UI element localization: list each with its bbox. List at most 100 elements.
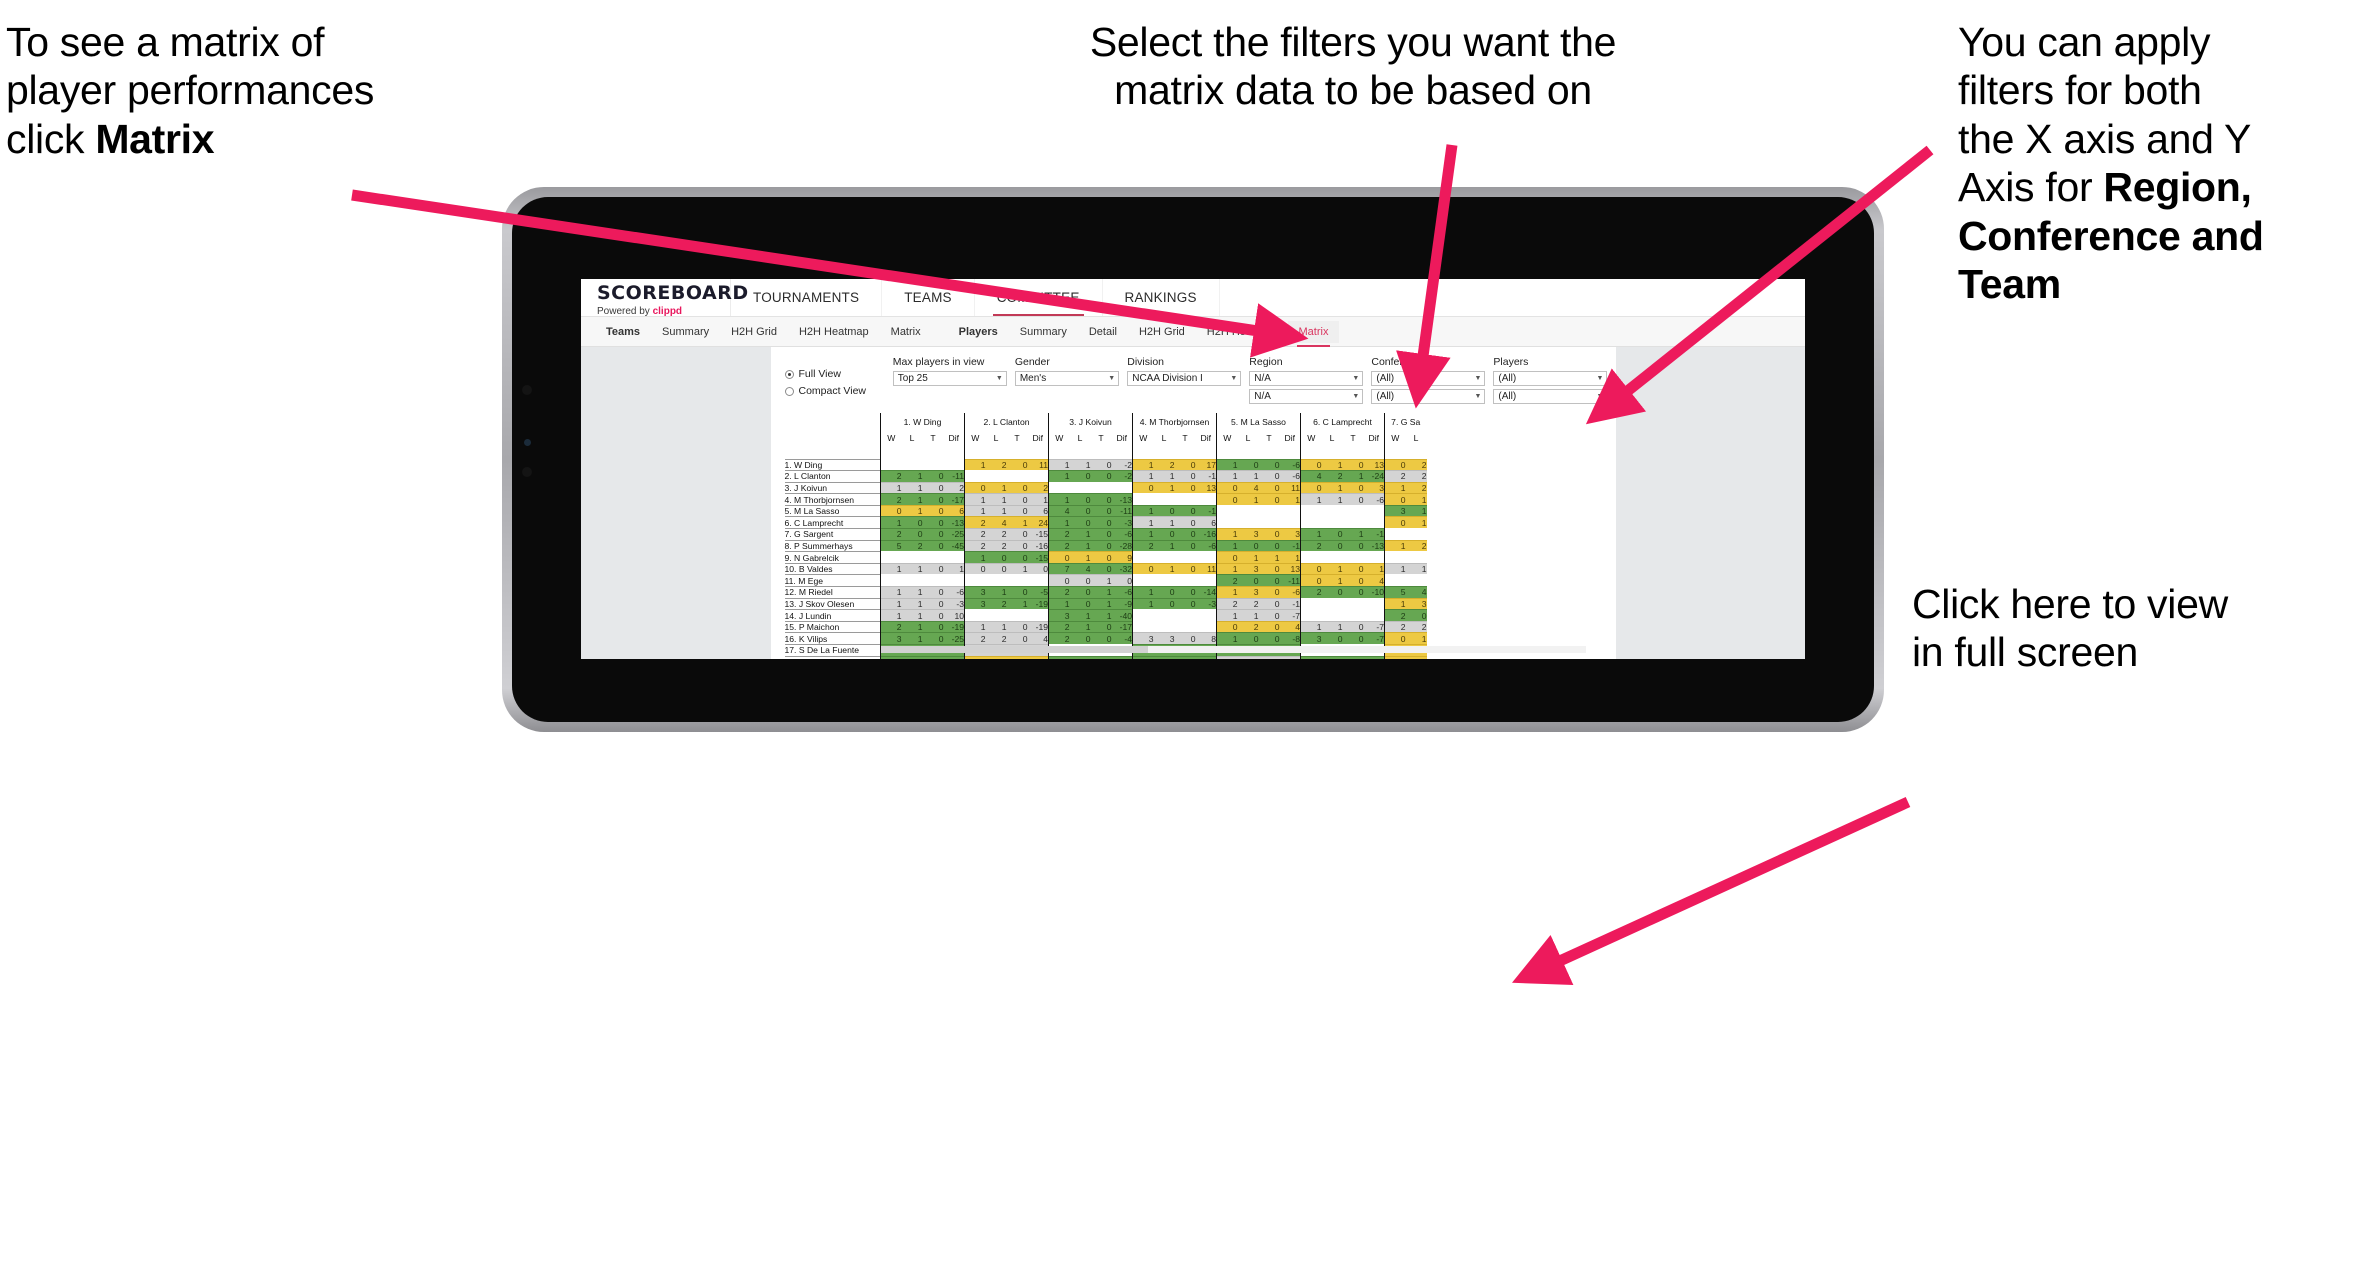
matrix-cell[interactable]: 1 — [1132, 597, 1154, 610]
matrix-cell[interactable]: 0 — [922, 609, 944, 622]
matrix-cell[interactable]: 1 — [1300, 620, 1322, 633]
matrix-cell[interactable]: -45 — [943, 539, 965, 552]
matrix-cell[interactable]: 3 — [1279, 528, 1301, 541]
subtab-teams-h2h-grid[interactable]: H2H Grid — [720, 321, 788, 343]
matrix-cell[interactable]: 0 — [985, 551, 1007, 564]
matrix-cell[interactable] — [1132, 609, 1154, 622]
matrix-cell[interactable]: 13 — [1363, 458, 1385, 471]
matrix-row[interactable]: 12. M Riedel 1 1 0 -6 3 1 0 -5 2 0 1 -6 1 0 0 -14 1 3 0 -6 2 0… — [784, 586, 1427, 599]
matrix-cell[interactable] — [1174, 620, 1196, 633]
matrix-cell[interactable]: 1 — [964, 620, 986, 633]
matrix-cell[interactable]: 0 — [922, 481, 944, 494]
matrix-cell[interactable]: 1 — [880, 586, 902, 599]
matrix-cell[interactable]: 1 — [1132, 586, 1154, 599]
matrix-cell[interactable]: 1 — [1048, 597, 1070, 610]
matrix-cell[interactable]: 0 — [1090, 470, 1112, 483]
matrix-cell[interactable]: 2 — [880, 493, 902, 506]
matrix-cell[interactable]: 0 — [1321, 528, 1343, 541]
matrix-cell[interactable]: 1 — [880, 609, 902, 622]
matrix-cell[interactable]: -2 — [1111, 458, 1133, 471]
matrix-cell[interactable]: 2 — [985, 632, 1007, 645]
matrix-cell[interactable]: 2 — [1153, 458, 1175, 471]
matrix-cell[interactable]: 0 — [922, 528, 944, 541]
matrix-cell[interactable]: -6 — [1111, 528, 1133, 541]
matrix-cell[interactable]: -7 — [1363, 632, 1385, 645]
matrix-cell[interactable]: -17 — [1111, 620, 1133, 633]
matrix-cell[interactable]: 1 — [1132, 470, 1154, 483]
matrix-cell[interactable]: -2 — [1363, 655, 1385, 659]
matrix-cell[interactable]: -13 — [943, 516, 965, 529]
matrix-cell[interactable]: 1 — [1258, 551, 1280, 564]
matrix-cell[interactable]: 3 — [985, 655, 1007, 659]
matrix-cell[interactable]: 1 — [1321, 458, 1343, 471]
matrix-cell[interactable] — [922, 458, 944, 471]
matrix-cell[interactable]: 0 — [1237, 574, 1259, 587]
matrix-cell[interactable]: 1 — [1216, 539, 1238, 552]
matrix-cell[interactable] — [1195, 609, 1217, 622]
matrix-cell[interactable]: 2 — [1237, 597, 1259, 610]
matrix-row[interactable]: 4. M Thorbjornsen 2 1 0 -17 1 1 0 1 1 0 0 -13 0 1 0 1 1 1 0… — [784, 493, 1427, 506]
matrix-cell[interactable]: 0 — [1111, 574, 1133, 587]
matrix-cell[interactable]: 2 — [1384, 470, 1406, 483]
matrix-cell[interactable] — [1027, 609, 1049, 622]
matrix-cell[interactable]: 2 — [964, 539, 986, 552]
matrix-cell[interactable]: 4 — [1405, 586, 1427, 599]
matrix-cell[interactable] — [1195, 574, 1217, 587]
matrix-cell[interactable]: 0 — [1258, 655, 1280, 659]
matrix-cell[interactable]: 0 — [1153, 597, 1175, 610]
matrix-cell[interactable]: 0 — [1069, 597, 1091, 610]
matrix-cell[interactable]: 1 — [880, 597, 902, 610]
matrix-cell[interactable] — [1048, 481, 1070, 494]
matrix-cell[interactable]: 0 — [1216, 551, 1238, 564]
matrix-cell[interactable]: -16 — [1027, 539, 1049, 552]
filter-conference-select-x[interactable]: (All) ▼ — [1371, 371, 1486, 386]
matrix-cell[interactable]: 0 — [1300, 562, 1322, 575]
matrix-cell[interactable]: 0 — [922, 493, 944, 506]
matrix-cell[interactable] — [1300, 516, 1322, 529]
matrix-cell[interactable]: 0 — [901, 655, 923, 659]
filter-max-players-select[interactable]: Top 25 ▼ — [892, 371, 1007, 386]
matrix-cell[interactable]: 0 — [1048, 574, 1070, 587]
matrix-cell[interactable]: 0 — [1006, 528, 1028, 541]
matrix-cell[interactable]: -6 — [1363, 493, 1385, 506]
matrix-cell[interactable]: 0 — [1069, 586, 1091, 599]
matrix-cell[interactable] — [1027, 574, 1049, 587]
matrix-cell[interactable]: -6 — [943, 586, 965, 599]
matrix-row[interactable]: 7. G Sargent 2 0 0 -25 2 2 0 -15 2 1 0 -6 1 0 0 -16 1 3 0 3 1… — [784, 528, 1427, 541]
matrix-cell[interactable] — [1216, 504, 1238, 517]
matrix-cell[interactable]: 0 — [1342, 539, 1364, 552]
matrix-cell[interactable]: 1 — [1132, 504, 1154, 517]
matrix-cell[interactable]: 1 — [1153, 516, 1175, 529]
matrix-cell[interactable]: 0 — [1090, 458, 1112, 471]
matrix-cell[interactable]: 0 — [1237, 539, 1259, 552]
matrix-cell[interactable]: 1 — [1153, 562, 1175, 575]
matrix-cell[interactable]: 1 — [1132, 458, 1154, 471]
matrix-cell[interactable]: 1 — [985, 481, 1007, 494]
matrix-cell[interactable]: 6 — [1027, 504, 1049, 517]
matrix-cell[interactable] — [1258, 516, 1280, 529]
radio-compact-view[interactable]: Compact View — [784, 385, 893, 397]
matrix-cell[interactable]: 0 — [1258, 597, 1280, 610]
matrix-cell[interactable]: 1 — [1405, 632, 1427, 645]
matrix-cell[interactable]: 0 — [1384, 516, 1406, 529]
top-nav-teams[interactable]: TEAMS — [882, 279, 975, 316]
matrix-cell[interactable]: 2 — [1048, 586, 1070, 599]
matrix-cell[interactable]: 0 — [1006, 632, 1028, 645]
brand-logo[interactable]: SCOREBOARD Powered by clippd — [581, 279, 748, 317]
filter-gender-select[interactable]: Men's ▼ — [1014, 371, 1120, 386]
matrix-cell[interactable] — [1132, 551, 1154, 564]
matrix-cell[interactable]: -25 — [943, 632, 965, 645]
matrix-cell[interactable]: 0 — [1153, 586, 1175, 599]
matrix-cell[interactable]: 3 — [1132, 632, 1154, 645]
matrix-cell[interactable] — [1321, 516, 1343, 529]
matrix-cell[interactable]: 0 — [1174, 470, 1196, 483]
matrix-cell[interactable]: 0 — [1132, 562, 1154, 575]
matrix-cell[interactable]: -10 — [1363, 586, 1385, 599]
matrix-cell[interactable]: 1 — [1006, 597, 1028, 610]
matrix-row[interactable]: 13. J Skov Olesen 1 1 0 -3 3 2 1 -19 1 0 1 -9 1 0 0 -3 2 2… — [784, 597, 1427, 610]
matrix-cell[interactable]: 0 — [1258, 562, 1280, 575]
matrix-cell[interactable]: 2 — [880, 470, 902, 483]
matrix-cell[interactable]: 1 — [1216, 528, 1238, 541]
matrix-cell[interactable]: 1 — [1069, 539, 1091, 552]
matrix-cell[interactable] — [943, 551, 965, 564]
